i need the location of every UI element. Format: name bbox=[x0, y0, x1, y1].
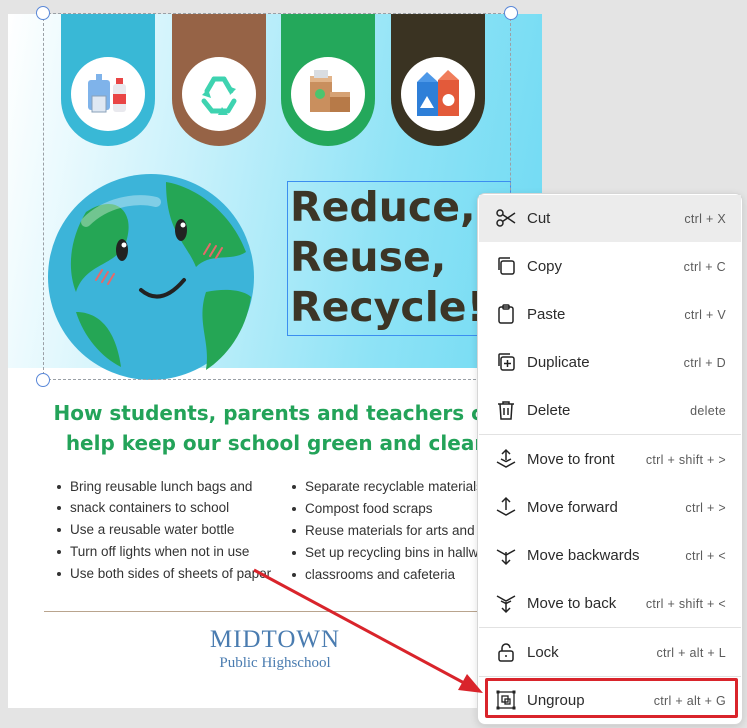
list-item: snack containers to school bbox=[53, 497, 271, 519]
menu-item-shortcut: ctrl + V bbox=[684, 307, 726, 322]
move-backwards-icon bbox=[496, 549, 516, 566]
menu-item-label: Lock bbox=[527, 644, 559, 661]
clipboard-icon bbox=[498, 304, 514, 324]
subhead-line-2: help keep our school green and clear bbox=[65, 431, 485, 455]
menu-item-move-backwards[interactable]: Move backwards ctrl + < bbox=[479, 532, 741, 579]
duplicate-icon bbox=[498, 353, 515, 371]
menu-item-label: Move to front bbox=[527, 451, 615, 468]
menu-item-lock[interactable]: Lock ctrl + alt + L bbox=[479, 629, 741, 676]
menu-item-move-forward[interactable]: Move forward ctrl + > bbox=[479, 484, 741, 531]
menu-separator bbox=[479, 627, 741, 628]
menu-item-cut[interactable]: Cut ctrl + X bbox=[479, 195, 741, 242]
school-subtitle: Public Highschool bbox=[219, 655, 331, 671]
list-item: Separate recyclable materials bbox=[288, 476, 490, 498]
menu-item-shortcut: ctrl + shift + > bbox=[645, 452, 726, 467]
menu-item-paste[interactable]: Paste ctrl + V bbox=[479, 291, 741, 338]
menu-item-shortcut: ctrl + < bbox=[685, 548, 726, 563]
subhead[interactable]: How students, parents and teachers ca he… bbox=[8, 398, 542, 458]
annotation-highlight-box bbox=[485, 678, 738, 718]
menu-item-shortcut: ctrl + X bbox=[684, 211, 726, 226]
move-to-front-icon bbox=[496, 448, 516, 468]
menu-item-label: Duplicate bbox=[527, 354, 590, 371]
list-item: Set up recycling bins in hallwa bbox=[288, 542, 490, 564]
subhead-line-1: How students, parents and teachers ca bbox=[53, 401, 497, 425]
menu-item-label: Cut bbox=[527, 210, 551, 227]
menu-item-delete[interactable]: Delete delete bbox=[479, 387, 741, 434]
list-item: Use both sides of sheets of paper bbox=[53, 563, 271, 585]
resize-handle-top-left[interactable] bbox=[36, 6, 50, 20]
context-menu: Cut ctrl + X Copy ctrl + C Paste ctrl + … bbox=[477, 193, 743, 725]
menu-separator bbox=[479, 434, 741, 435]
menu-item-move-to-front[interactable]: Move to front ctrl + shift + > bbox=[479, 436, 741, 483]
move-forward-icon bbox=[496, 496, 516, 516]
menu-item-duplicate[interactable]: Duplicate ctrl + D bbox=[479, 339, 741, 386]
move-to-back-icon bbox=[496, 595, 516, 614]
list-item: Bring reusable lunch bags and bbox=[53, 476, 271, 498]
menu-item-shortcut: ctrl + shift + < bbox=[645, 596, 726, 611]
menu-item-copy[interactable]: Copy ctrl + C bbox=[479, 243, 741, 290]
bullet-list-right[interactable]: Separate recyclable materials Compost fo… bbox=[288, 476, 490, 586]
menu-item-shortcut: delete bbox=[690, 403, 726, 418]
list-item: Reuse materials for arts and cr bbox=[288, 520, 490, 542]
list-item: classrooms and cafeteria bbox=[288, 564, 490, 586]
scissors-icon bbox=[496, 209, 516, 227]
list-item: Use a reusable water bottle bbox=[53, 519, 271, 541]
menu-item-shortcut: ctrl + D bbox=[683, 355, 726, 370]
copy-icon bbox=[498, 257, 515, 275]
divider bbox=[44, 611, 542, 612]
resize-handle-bottom-left[interactable] bbox=[36, 373, 50, 387]
school-logo[interactable]: MIDTOWN Public Highschool bbox=[8, 626, 542, 672]
menu-item-shortcut: ctrl + C bbox=[683, 259, 726, 274]
menu-item-label: Move backwards bbox=[527, 547, 640, 564]
selection-bounding-box bbox=[43, 13, 511, 380]
resize-handle-top-right[interactable] bbox=[504, 6, 518, 20]
menu-item-label: Paste bbox=[527, 306, 566, 323]
lock-icon bbox=[498, 643, 514, 662]
menu-item-label: Move to back bbox=[527, 595, 617, 612]
menu-item-label: Copy bbox=[527, 258, 563, 275]
trash-icon bbox=[498, 401, 514, 420]
list-item: Compost food scraps bbox=[288, 498, 490, 520]
school-name: MIDTOWN bbox=[209, 626, 341, 653]
menu-item-shortcut: ctrl + alt + L bbox=[656, 645, 726, 660]
list-item: Turn off lights when not in use bbox=[53, 541, 271, 563]
menu-item-move-to-back[interactable]: Move to back ctrl + shift + < bbox=[479, 580, 741, 627]
menu-item-label: Move forward bbox=[527, 499, 618, 516]
bullet-list-left[interactable]: Bring reusable lunch bags and snack cont… bbox=[53, 476, 271, 585]
menu-item-label: Delete bbox=[527, 402, 571, 419]
menu-item-shortcut: ctrl + > bbox=[685, 500, 726, 515]
